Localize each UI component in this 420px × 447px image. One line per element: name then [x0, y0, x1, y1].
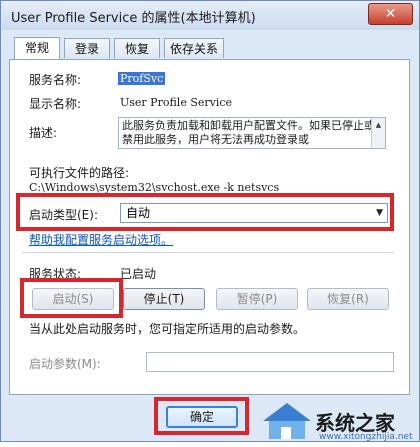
start-params-label: 启动参数(M): [29, 357, 101, 371]
title-bar[interactable]: User Profile Service 的属性(本地计算机) ✕ [1, 1, 419, 30]
display-name-value[interactable]: User Profile Service [120, 96, 232, 109]
help-link[interactable]: 帮助我配置服务启动选项。 [29, 231, 173, 248]
watermark-url: www.xitongzhijia.net [319, 432, 413, 442]
description-scrollbar[interactable]: ▲▼ [371, 118, 385, 148]
start-button[interactable]: 启动(S) [32, 288, 114, 310]
tab-dependencies[interactable]: 依存关系 [164, 38, 224, 58]
description-label: 描述: [29, 126, 58, 140]
service-name-label: 服务名称: [29, 73, 82, 87]
site-watermark: 系统之家 www.xitongzhijia.net [259, 397, 420, 443]
tab-logon[interactable]: 登录 [64, 38, 110, 58]
startup-type-select[interactable]: 自动 ▼ [120, 203, 388, 223]
properties-window: User Profile Service 的属性(本地计算机) ✕ 常规 登录 … [0, 0, 420, 442]
service-name-value[interactable]: ProfSvc [118, 72, 166, 85]
stop-button[interactable]: 停止(T) [123, 288, 205, 310]
start-params-input[interactable] [146, 352, 394, 372]
pause-button[interactable]: 暂停(P) [216, 288, 298, 310]
hint-text: 当从此处启动服务时，您可指定所适用的启动参数。 [29, 322, 306, 336]
service-status-value: 已启动 [120, 267, 157, 281]
divider [22, 252, 394, 253]
startup-type-value: 自动 [126, 206, 151, 220]
description-text: 此服务负责加载和卸载用户配置文件。如果已停止或禁用此服务，用户将无法再成功登录或 [122, 119, 375, 146]
close-button[interactable]: ✕ [368, 3, 413, 25]
startup-type-label: 启动类型(E): [29, 208, 98, 222]
chevron-down-icon: ▼ [376, 208, 383, 218]
window-title: User Profile Service 的属性(本地计算机) [11, 11, 256, 26]
display-name-label: 显示名称: [29, 97, 82, 111]
tab-general[interactable]: 常规 [14, 37, 60, 59]
description-box[interactable]: 此服务负责加载和卸载用户配置文件。如果已停止或禁用此服务，用户将无法再成功登录或… [118, 117, 386, 149]
general-panel: 服务名称: ProfSvc 显示名称: User Profile Service… [9, 59, 410, 395]
house-logo-icon [263, 403, 311, 439]
tab-recovery[interactable]: 恢复 [114, 38, 160, 58]
ok-button[interactable]: 确定 [166, 406, 238, 428]
exe-path-label: 可执行文件的路径: [29, 166, 130, 180]
resume-button[interactable]: 恢复(R) [307, 288, 389, 310]
